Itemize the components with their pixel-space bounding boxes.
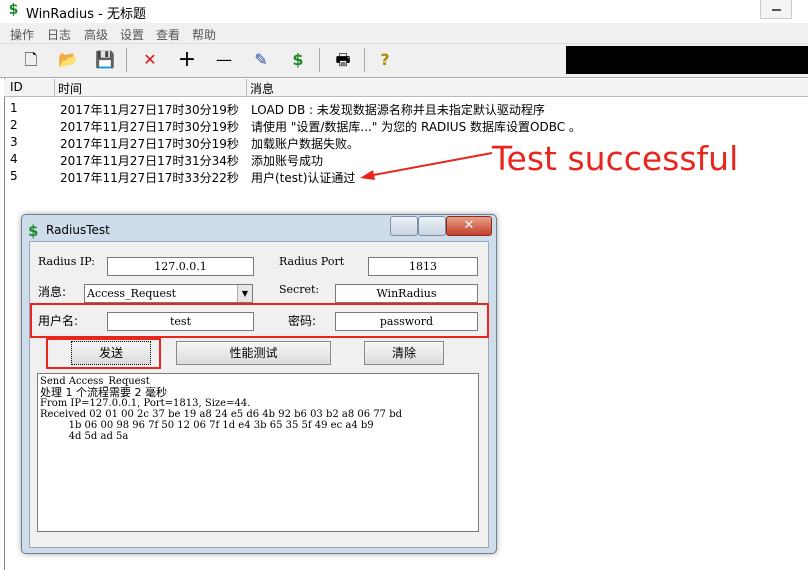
column-header-time[interactable]: 时间 [58, 80, 82, 97]
toolbar-separator [319, 48, 320, 72]
performance-test-button[interactable]: 性能测试 [176, 341, 331, 365]
title-bar: $ WinRadius - 无标题 [0, 0, 808, 22]
table-row[interactable]: 2 2017年11月27日17时30分19秒 请使用 "设置/数据库..." 为… [4, 117, 581, 134]
row-id: 1 [10, 101, 18, 115]
minimize-button[interactable] [760, 0, 792, 19]
output-line: 1b 06 00 98 96 7f 50 12 06 7f 1d e4 3b 6… [40, 420, 374, 431]
row-id: 5 [10, 169, 18, 183]
menu-item-operate[interactable]: 操作 [10, 26, 34, 43]
output-line: From IP=127.0.0.1, Port=1813, Size=44. [40, 398, 251, 409]
add-icon[interactable]: + [174, 48, 200, 72]
radius-ip-label: Radius IP: [38, 255, 95, 268]
dollar-icon[interactable]: $ [285, 48, 311, 72]
row-message: LOAD DB : 未发现数据源名称并且未指定默认驱动程序 [251, 103, 545, 117]
column-header-message[interactable]: 消息 [250, 80, 274, 97]
message-type-select[interactable]: Access_Request ▼ [84, 284, 253, 303]
output-textarea[interactable]: Send Access_Request 处理 1 个流程需要 2 毫秒 From… [37, 373, 479, 532]
delete-icon[interactable]: ✕ [137, 48, 163, 72]
username-field[interactable]: test [107, 312, 254, 331]
output-line: Received 02 01 00 2c 37 be 19 a8 24 e5 d… [40, 409, 403, 420]
send-button[interactable]: 发送 [71, 341, 151, 365]
password-field[interactable]: password [335, 312, 478, 331]
clear-button[interactable]: 清除 [364, 341, 444, 365]
dialog-minimize-button[interactable] [390, 216, 418, 236]
dialog-close-button[interactable]: ✕ [446, 216, 492, 236]
table-row[interactable]: 1 2017年11月27日17时30分19秒 LOAD DB : 未发现数据源名… [4, 100, 564, 117]
radius-ip-field[interactable]: 127.0.0.1 [107, 257, 254, 276]
row-message: 用户(test)认证通过 [251, 171, 356, 185]
edit-icon[interactable]: ✎ [248, 48, 274, 72]
print-icon[interactable]: 🖶 [330, 48, 356, 72]
output-line: 4d 5d ad 5a [40, 431, 129, 442]
list-header: ID 时间 消息 [4, 79, 808, 97]
column-divider [246, 79, 247, 96]
password-label: 密码: [288, 314, 317, 328]
chevron-down-icon[interactable]: ▼ [237, 285, 252, 302]
row-time: 2017年11月27日17时30分19秒 [60, 103, 239, 117]
table-row[interactable]: 3 2017年11月27日17时30分19秒 加载账户数据失败。 [4, 134, 564, 151]
status-panel [566, 46, 808, 74]
secret-label: Secret: [279, 283, 320, 296]
menu-item-help[interactable]: 帮助 [192, 26, 216, 43]
annotation-arrow [360, 152, 493, 180]
toolbar-separator [364, 48, 365, 72]
message-label: 消息: [38, 285, 67, 299]
dialog-body: Radius IP: 127.0.0.1 Radius Port 1813 消息… [29, 241, 489, 548]
row-message: 请使用 "设置/数据库..." 为您的 RADIUS 数据库设置ODBC 。 [251, 120, 581, 134]
row-id: 4 [10, 152, 18, 166]
new-icon[interactable]: 🗋 [18, 48, 44, 72]
column-header-id[interactable]: ID [10, 80, 23, 94]
dialog-maximize-button[interactable] [418, 216, 446, 236]
window-title: WinRadius - 无标题 [26, 7, 146, 22]
help-icon[interactable]: ? [372, 48, 398, 72]
menu-item-settings[interactable]: 设置 [120, 26, 144, 43]
menu-item-log[interactable]: 日志 [47, 26, 71, 43]
dialog-dollar-icon: $ [28, 222, 39, 240]
dialog-title: RadiusTest [46, 223, 110, 237]
menu-item-advanced[interactable]: 高级 [84, 26, 108, 43]
row-time: 2017年11月27日17时33分22秒 [60, 171, 239, 185]
row-time: 2017年11月27日17时30分19秒 [60, 137, 239, 151]
row-id: 2 [10, 118, 18, 132]
remove-icon[interactable]: — [211, 48, 237, 72]
row-time: 2017年11月27日17时31分34秒 [60, 154, 239, 168]
message-type-value: Access_Request [87, 287, 177, 300]
secret-field[interactable]: WinRadius [335, 284, 478, 303]
menu-bar: 操作 日志 高级 设置 查看 帮助 [0, 23, 808, 44]
annotation-text: Test successful [492, 139, 739, 178]
save-icon[interactable]: 💾 [92, 48, 118, 72]
radius-port-field[interactable]: 1813 [368, 257, 478, 276]
radius-port-label: Radius Port [279, 255, 345, 268]
app-dollar-icon: $ [8, 2, 19, 18]
menu-item-view[interactable]: 查看 [156, 26, 180, 43]
row-message: 加载账户数据失败。 [251, 137, 360, 151]
toolbar-separator [126, 48, 127, 72]
open-icon[interactable]: 📂 [55, 48, 81, 72]
output-line: 处理 1 个流程需要 2 毫秒 [40, 386, 167, 399]
row-time: 2017年11月27日17时30分19秒 [60, 120, 239, 134]
column-divider [54, 79, 55, 96]
row-message: 添加账号成功 [251, 154, 324, 168]
radius-test-dialog: $ RadiusTest ✕ Radius IP: 127.0.0.1 Radi… [21, 214, 497, 554]
username-label: 用户名: [38, 314, 79, 328]
row-id: 3 [10, 135, 18, 149]
